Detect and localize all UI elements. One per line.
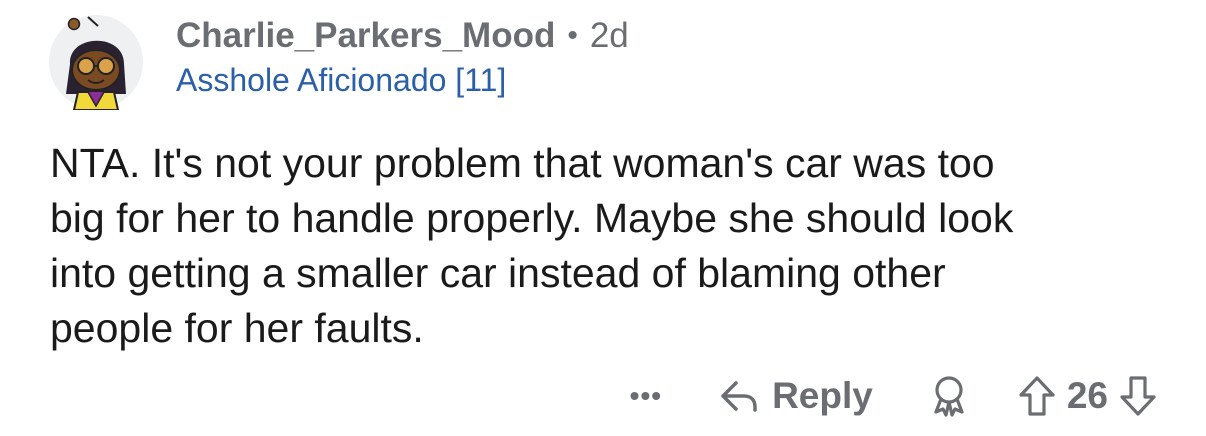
comment-age: 2d <box>589 16 629 55</box>
more-options-button[interactable]: ••• <box>630 380 662 412</box>
comment-body-line: people for her faults. <box>50 305 424 351</box>
comment-header: Charlie_Parkers_Mood • 2d Asshole Aficio… <box>176 14 629 100</box>
reply-button[interactable]: Reply <box>718 375 873 417</box>
comment-body-line: big for her to handle properly. Maybe sh… <box>50 195 1014 241</box>
award-icon <box>934 376 964 417</box>
avatar[interactable] <box>48 14 144 110</box>
comment-body: NTA. It's not your problem that woman's … <box>50 136 1170 356</box>
user-flair: Asshole Aficionado [11] <box>176 62 507 98</box>
username-link[interactable]: Charlie_Parkers_Mood <box>176 14 555 58</box>
reply-arrow-icon <box>721 381 757 412</box>
author-row: Charlie_Parkers_Mood • 2d <box>176 14 629 58</box>
comment-body-line: NTA. It's not your problem that woman's … <box>50 140 995 186</box>
vote-controls: 26 <box>1017 374 1158 418</box>
separator-dot: • <box>567 19 578 52</box>
upvote-arrow-icon[interactable] <box>1017 374 1057 418</box>
reply-label: Reply <box>772 375 873 416</box>
vote-score: 26 <box>1066 375 1108 416</box>
comment-actions: ••• Reply 26 <box>630 370 1158 422</box>
snoo-avatar-icon <box>49 15 143 110</box>
comment-body-line: into getting a smaller car instead of bl… <box>50 250 946 296</box>
downvote-arrow-icon[interactable] <box>1118 374 1158 418</box>
award-button[interactable] <box>927 374 971 418</box>
